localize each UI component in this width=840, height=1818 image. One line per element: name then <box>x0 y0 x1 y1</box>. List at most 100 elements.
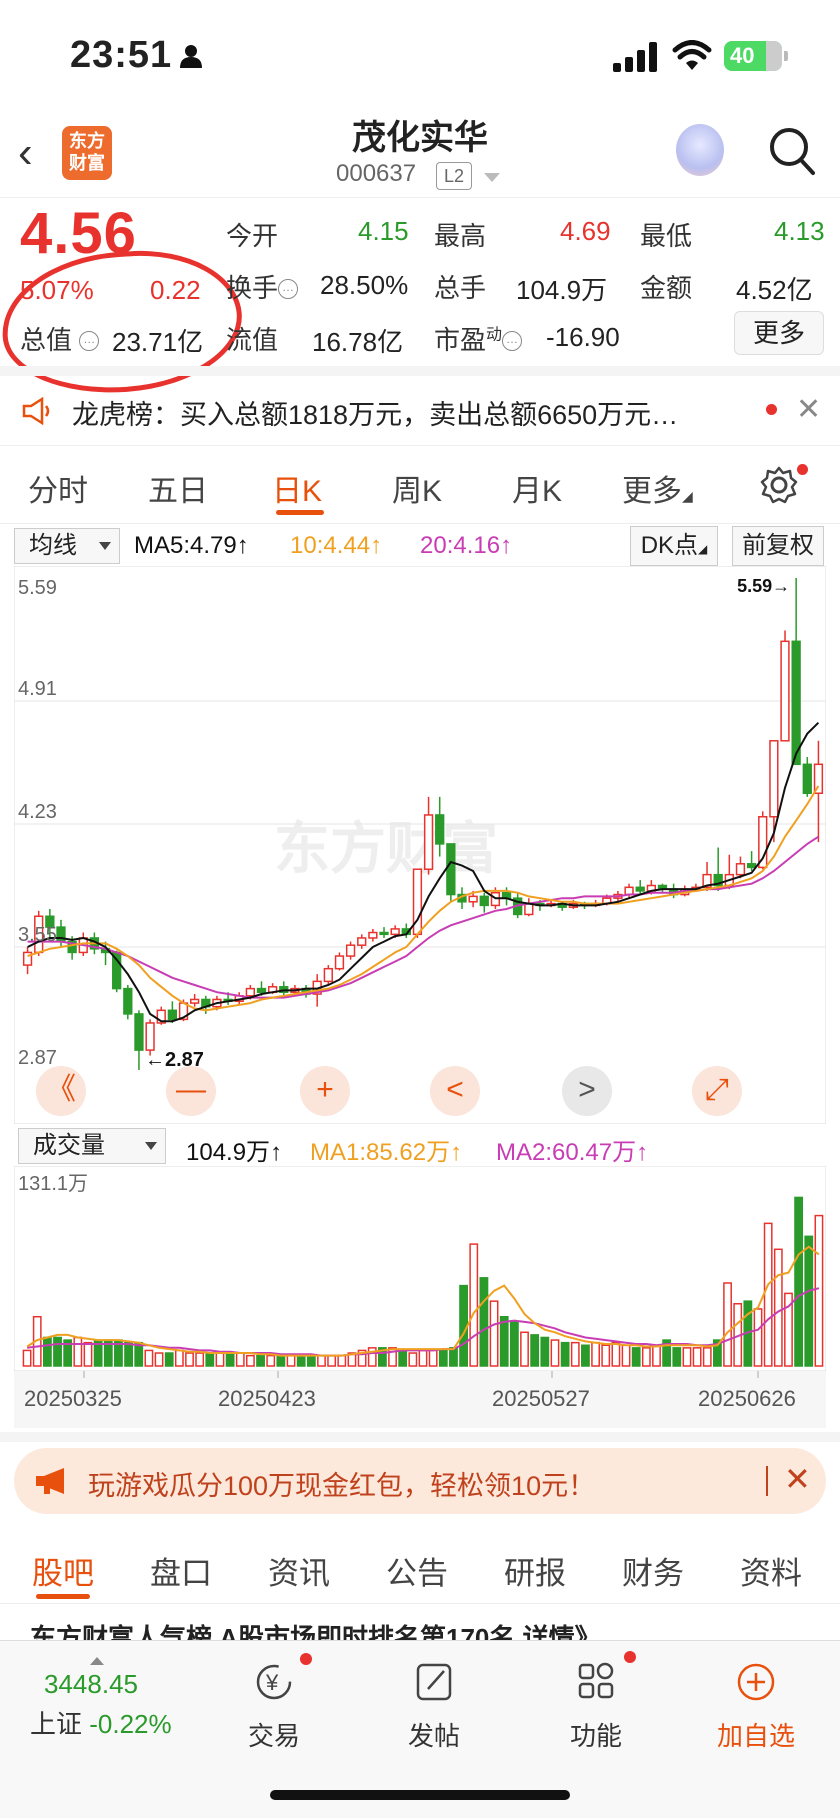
search-icon[interactable] <box>768 126 816 176</box>
candle-body <box>345 944 356 957</box>
tab-monthly-k[interactable]: 月K <box>512 466 562 510</box>
promo-banner[interactable]: 玩游戏瓜分100万现金红包，轻松领10元！ ✕ <box>14 1448 826 1514</box>
candle-body <box>167 1009 178 1021</box>
tab-news[interactable]: 资讯 <box>268 1548 330 1593</box>
price-tick-label: 5.59 <box>18 577 57 599</box>
tab-profile[interactable]: 资料 <box>740 1548 802 1593</box>
nav-add-watchlist[interactable]: 加自选 <box>696 1661 816 1753</box>
tab-research[interactable]: 研报 <box>504 1548 566 1593</box>
volume-bar <box>652 1344 661 1367</box>
dk-point-button[interactable]: DK点◢ <box>630 526 718 566</box>
volume-bar <box>53 1336 62 1367</box>
nav-trade[interactable]: ¥ 交易 <box>214 1661 334 1753</box>
promo-separator <box>766 1466 768 1496</box>
grid-icon <box>578 1662 614 1699</box>
volume-bar <box>428 1349 438 1367</box>
popularity-rank-peek[interactable]: 东方财富人气榜 A股市场即时排名第170名 详情》 <box>30 1618 820 1642</box>
volume-bar <box>753 1308 763 1367</box>
tab-more[interactable]: 更多◢ <box>622 466 693 510</box>
candle-body <box>524 902 534 916</box>
fullscreen-button[interactable]: ⤢ <box>692 1066 742 1116</box>
volume-bar <box>469 1243 479 1367</box>
volume-chart[interactable]: 131.1万 20250325 20250423 20250527 20250626 <box>14 1166 826 1428</box>
candle-body <box>134 1013 144 1051</box>
notice-text: 龙虎榜：买入总额1818万元，卖出总额6650万元… <box>72 400 679 430</box>
volume-bar <box>631 1347 641 1367</box>
caret-up-icon <box>90 1657 104 1665</box>
tab-five-day[interactable]: 五日 <box>148 466 208 510</box>
assistant-robot-icon[interactable] <box>676 124 724 176</box>
volume-bar <box>306 1354 316 1367</box>
zoom-out-far-button[interactable]: 《 <box>36 1066 86 1116</box>
volume-bar <box>195 1352 205 1367</box>
amount-value: 4.52亿 <box>736 275 813 305</box>
volume-bar <box>804 1235 814 1367</box>
turnover-label: 换手… <box>226 268 299 305</box>
volume-bar <box>570 1341 580 1367</box>
volume-bar <box>246 1354 255 1367</box>
candle-body <box>357 937 367 946</box>
index-ticker[interactable]: 3448.45 上证 -0.22% <box>20 1657 172 1741</box>
scroll-right-button[interactable]: > <box>562 1066 612 1116</box>
candle-body <box>769 740 779 818</box>
candle-body <box>780 640 790 742</box>
svg-text:¥: ¥ <box>265 1670 279 1695</box>
pe-label: 市盈动… <box>434 320 523 357</box>
nav-functions[interactable]: 功能 <box>536 1661 656 1753</box>
tab-weekly-k[interactable]: 周K <box>392 466 442 510</box>
tab-orderbook[interactable]: 盘口 <box>150 1548 212 1593</box>
volume-bar <box>398 1349 408 1367</box>
more-quote-button[interactable]: 更多 <box>734 311 824 355</box>
volume-bar <box>520 1331 529 1367</box>
price-tick-label: 4.91 <box>18 678 57 700</box>
tab-intraday[interactable]: 分时 <box>28 466 88 510</box>
indicator-select[interactable]: 均线 <box>14 528 120 564</box>
adjust-button[interactable]: 前复权 <box>732 526 824 566</box>
tab-guba[interactable]: 股吧 <box>32 1548 94 1593</box>
candle-body <box>735 863 746 876</box>
close-icon[interactable]: ✕ <box>784 1460 811 1498</box>
tab-finance[interactable]: 财务 <box>622 1548 684 1593</box>
tab-announcements[interactable]: 公告 <box>386 1548 448 1593</box>
zoom-out-button[interactable]: — <box>166 1066 216 1116</box>
candlestick-chart[interactable]: 东方财富 5.594.914.233.552.875.59→←2.87 <box>14 566 826 1124</box>
status-time: 23:51 <box>70 34 173 76</box>
close-icon[interactable]: ✕ <box>796 392 821 427</box>
candle-body <box>245 987 255 997</box>
tab-daily-k[interactable]: 日K <box>272 466 322 510</box>
volume-bar <box>83 1341 93 1367</box>
max-price-label: 5.59→ <box>737 576 790 596</box>
volume-bar <box>672 1347 682 1367</box>
chevron-down-icon[interactable] <box>484 173 500 182</box>
stock-code: 000637 <box>336 160 417 187</box>
person-icon <box>180 45 202 68</box>
gear-icon[interactable] <box>760 466 798 504</box>
divider <box>0 366 840 376</box>
volume-value: 104.9万 <box>516 275 608 305</box>
price-tick-label: 3.55 <box>18 924 57 946</box>
volume-bar <box>591 1341 600 1367</box>
level2-badge[interactable]: L2 <box>436 162 472 190</box>
volume-bar <box>489 1300 499 1367</box>
ma20-value: 20:4.16↑ <box>420 532 513 559</box>
content-tabs: 股吧 盘口 资讯 公告 研报 财务 资料 <box>0 1524 840 1604</box>
volume-bar <box>682 1347 692 1367</box>
zoom-in-button[interactable]: + <box>300 1066 350 1116</box>
volume-bar <box>337 1354 347 1367</box>
volume-bar <box>205 1352 215 1367</box>
ma5-value: MA5:4.79↑ <box>134 532 249 559</box>
info-icon[interactable]: … <box>502 331 523 351</box>
info-icon[interactable]: … <box>278 279 299 299</box>
volume-bar <box>763 1222 773 1367</box>
nav-post[interactable]: 发帖 <box>374 1661 494 1753</box>
volume-bar <box>530 1334 540 1367</box>
scroll-left-button[interactable]: < <box>430 1066 480 1116</box>
volume-bar <box>723 1282 732 1367</box>
index-value: 3448.45 <box>44 1669 138 1699</box>
volume-bar <box>581 1344 590 1367</box>
volume-bar <box>164 1352 174 1367</box>
volume-bar <box>225 1352 235 1367</box>
dragon-tiger-notice[interactable]: 龙虎榜：买入总额1818万元，卖出总额6650万元… <box>0 376 840 446</box>
volume-bar <box>154 1352 164 1367</box>
volume-indicator-select[interactable]: 成交量 <box>18 1128 166 1164</box>
